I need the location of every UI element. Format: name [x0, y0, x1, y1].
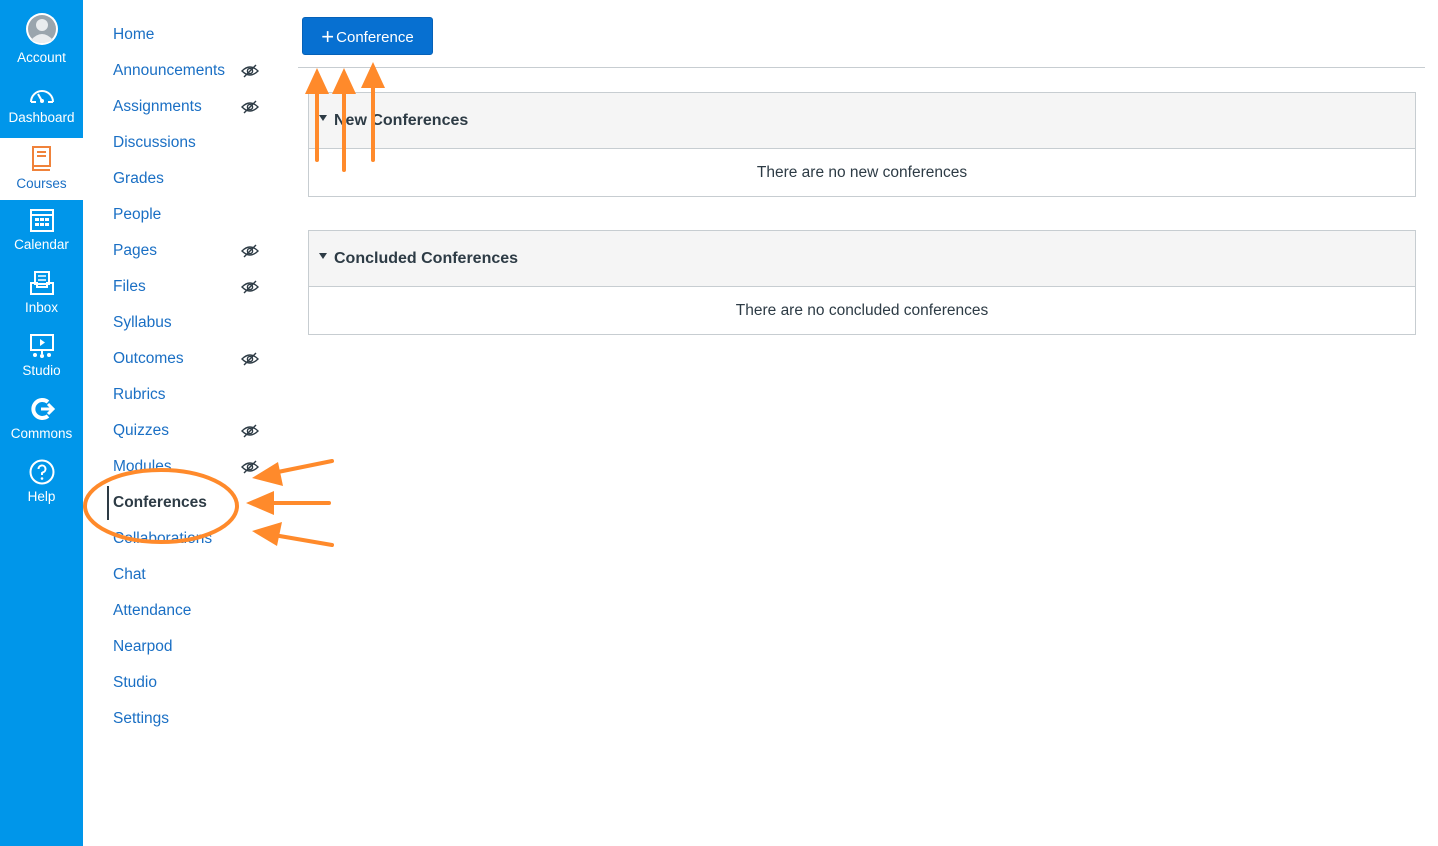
course-nav-assignments[interactable]: Assignments [113, 93, 202, 121]
global-nav-help[interactable]: Help [0, 459, 83, 505]
eye-slash-icon [241, 244, 259, 258]
course-navigation: Home Announcements Assignments Discussions G… [83, 0, 288, 846]
eye-slash-icon [241, 352, 259, 366]
eye-slash-icon [241, 460, 259, 474]
course-nav-attendance[interactable]: Attendance [113, 597, 191, 625]
caret-down-icon [319, 253, 327, 259]
caret-down-icon [319, 115, 327, 121]
global-nav-studio[interactable]: Studio [0, 333, 83, 379]
course-nav-settings[interactable]: Settings [113, 705, 169, 733]
global-nav-label: Studio [22, 363, 61, 378]
eye-slash-icon [241, 424, 259, 438]
course-nav-outcomes[interactable]: Outcomes [113, 345, 184, 373]
book-icon [31, 146, 51, 171]
help-icon [29, 459, 54, 485]
global-nav-label: Commons [10, 426, 73, 441]
global-nav-label: Help [27, 489, 56, 504]
new-conferences-title: New Conferences [334, 112, 469, 129]
global-navigation: Account Dashboard Courses Calendar Inbox… [0, 0, 83, 846]
global-nav-label: Dashboard [8, 110, 75, 125]
new-conferences-header[interactable]: New Conferences [309, 93, 1415, 149]
studio-icon [29, 334, 54, 358]
speedometer-icon [29, 90, 54, 103]
course-nav-grades[interactable]: Grades [113, 165, 164, 193]
up-arrow-head-icon [361, 62, 385, 88]
plus-icon: + [321, 24, 335, 49]
eye-slash-icon [241, 280, 259, 294]
global-nav-calendar[interactable]: Calendar [0, 207, 83, 253]
course-nav-announcements[interactable]: Announcements [113, 57, 225, 85]
course-nav-discussions[interactable]: Discussions [113, 129, 196, 157]
up-arrow-head-icon [305, 68, 329, 94]
concluded-conferences-header[interactable]: Concluded Conferences [309, 231, 1415, 287]
course-nav-syllabus[interactable]: Syllabus [113, 309, 172, 337]
inbox-icon [29, 271, 54, 295]
course-nav-collaborations[interactable]: Collaborations [113, 525, 212, 553]
course-nav-conferences[interactable]: Conferences [113, 489, 207, 517]
global-nav-label: Courses [16, 176, 67, 191]
calendar-icon [29, 209, 54, 232]
course-nav-nearpod[interactable]: Nearpod [113, 633, 172, 661]
concluded-conferences-section: Concluded Conferences There are no concl… [308, 230, 1416, 335]
course-nav-quizzes[interactable]: Quizzes [113, 417, 169, 445]
concluded-conferences-title: Concluded Conferences [334, 250, 519, 267]
user-avatar-icon [25, 13, 58, 45]
global-nav-label: Calendar [14, 237, 69, 252]
new-conferences-section: New Conferences There are no new confere… [308, 92, 1416, 197]
eye-slash-icon [241, 100, 259, 114]
course-nav-pages[interactable]: Pages [113, 237, 157, 265]
global-nav-label: Inbox [24, 300, 59, 315]
global-nav-dashboard[interactable]: Dashboard [0, 84, 83, 126]
course-nav-rubrics[interactable]: Rubrics [113, 381, 166, 409]
commons-icon [30, 398, 55, 420]
concluded-conferences-empty: There are no concluded conferences [735, 302, 989, 319]
course-nav-home[interactable]: Home [113, 21, 154, 49]
course-nav-chat[interactable]: Chat [113, 561, 146, 589]
global-nav-commons[interactable]: Commons [0, 396, 83, 442]
global-nav-inbox[interactable]: Inbox [0, 270, 83, 316]
add-conference-button[interactable]: + Conference [302, 17, 433, 55]
global-nav-label: Account [17, 50, 66, 65]
eye-slash-icon [241, 64, 259, 78]
global-nav-courses[interactable]: Courses [0, 138, 83, 200]
add-conference-label: Conference [336, 29, 414, 46]
course-nav-modules[interactable]: Modules [113, 453, 172, 481]
new-conferences-empty: There are no new conferences [756, 164, 968, 181]
course-nav-studio[interactable]: Studio [113, 669, 157, 697]
course-nav-people[interactable]: People [113, 201, 161, 229]
course-nav-files[interactable]: Files [113, 273, 146, 301]
header-divider [298, 67, 1425, 68]
up-arrow-head-icon [332, 68, 356, 94]
global-nav-account[interactable]: Account [0, 12, 83, 66]
active-indicator [107, 486, 109, 520]
